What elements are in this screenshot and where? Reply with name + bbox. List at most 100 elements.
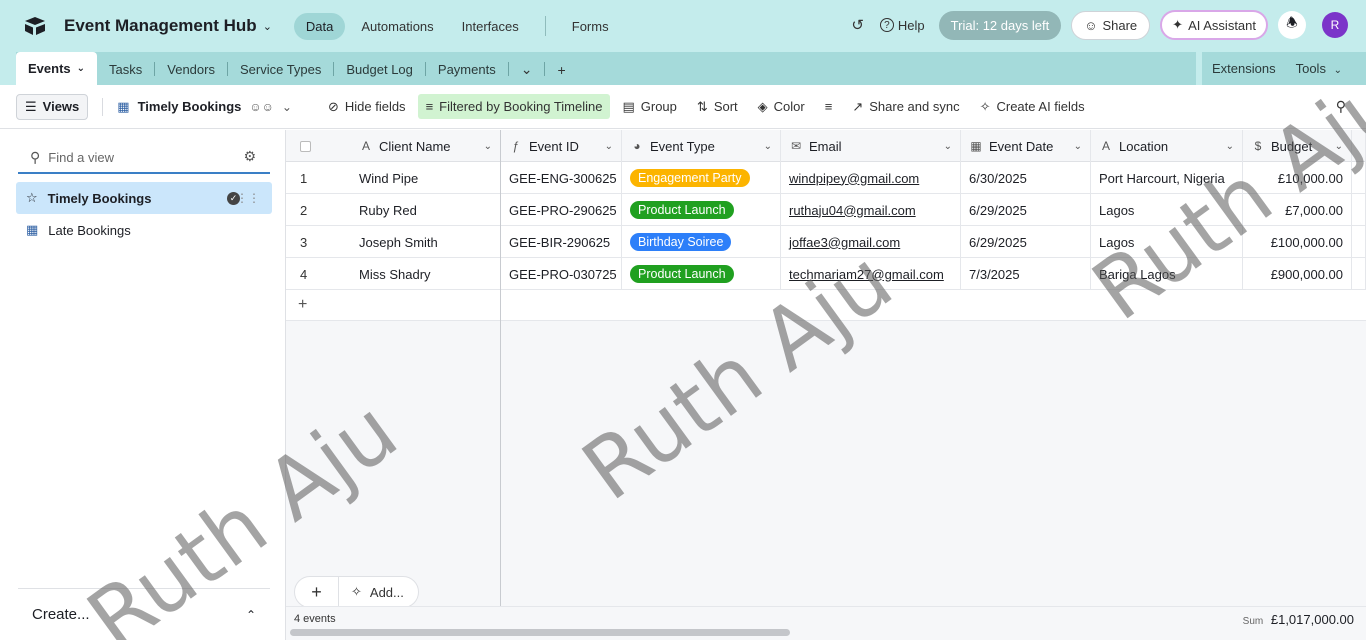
- cell-email[interactable]: joffae3@gmail.com: [781, 226, 961, 258]
- create-ai-fields-button[interactable]: ✧ Create AI fields: [972, 94, 1093, 120]
- filter-button[interactable]: ≡ Filtered by Booking Timeline: [417, 94, 611, 119]
- cell-client-name[interactable]: Miss Shadry: [350, 258, 501, 290]
- cell-event-type[interactable]: Birthday Soiree: [622, 226, 781, 258]
- add-table-icon[interactable]: +: [545, 54, 577, 85]
- sidebar-item-late-bookings[interactable]: ▦ Late Bookings: [16, 214, 272, 246]
- plus-icon[interactable]: +: [298, 296, 307, 314]
- column-header-client-name[interactable]: A Client Name ⌄: [350, 130, 501, 162]
- hide-fields-button[interactable]: ⊘ Hide fields: [320, 94, 414, 120]
- current-view-menu[interactable]: ▦ Timely Bookings ☺☺ ⌄: [117, 99, 292, 115]
- cell-event-date[interactable]: 6/30/2025: [961, 162, 1091, 194]
- bell-icon[interactable]: 🕭: [1278, 11, 1306, 39]
- budget-sum[interactable]: Sum £1,017,000.00: [1243, 612, 1354, 627]
- column-header-location[interactable]: A Location ⌄: [1091, 130, 1243, 162]
- cell-event-date[interactable]: 6/29/2025: [961, 194, 1091, 226]
- cell-budget[interactable]: £100,000.00: [1243, 226, 1352, 258]
- cell-budget[interactable]: £900,000.00: [1243, 258, 1352, 290]
- cell-event-type[interactable]: Engagement Party: [622, 162, 781, 194]
- avatar[interactable]: R: [1322, 12, 1348, 38]
- column-header-email[interactable]: ✉ Email ⌄: [781, 130, 961, 162]
- base-title[interactable]: Event Management Hub ⌄: [64, 16, 272, 36]
- table-row[interactable]: 1 Wind Pipe GEE-ENG-300625 Engagement Party…: [286, 162, 1366, 194]
- cell-partial[interactable]: [1352, 226, 1366, 258]
- share-sync-button[interactable]: ↗ Share and sync: [844, 94, 967, 120]
- help-button[interactable]: ? Help: [879, 18, 925, 33]
- tab-vendors[interactable]: Vendors: [155, 54, 227, 85]
- sidebar-item-timely-bookings[interactable]: ☆ Timely Bookings ✓ ⋮⋮: [16, 182, 272, 214]
- column-header-budget[interactable]: $ Budget ⌄: [1243, 130, 1352, 162]
- tab-events[interactable]: Events ⌄: [16, 52, 98, 85]
- cell-event-id[interactable]: GEE-PRO-030725: [501, 258, 622, 290]
- group-button[interactable]: ▤ Group: [614, 94, 684, 120]
- gear-icon[interactable]: ⚙: [243, 148, 256, 165]
- tab-payments[interactable]: Payments: [426, 54, 508, 85]
- email-link[interactable]: joffae3@gmail.com: [789, 235, 900, 250]
- cell-location[interactable]: Lagos: [1091, 226, 1243, 258]
- nav-interfaces[interactable]: Interfaces: [450, 13, 531, 40]
- chevron-down-icon[interactable]: ⌄: [484, 141, 492, 152]
- share-button[interactable]: ☺ Share: [1071, 10, 1151, 40]
- chevron-down-icon[interactable]: ⌄: [764, 141, 772, 152]
- row-number[interactable]: 3: [286, 226, 350, 258]
- cell-event-type[interactable]: Product Launch: [622, 194, 781, 226]
- nav-data[interactable]: Data: [293, 12, 346, 40]
- table-row[interactable]: 4 Miss Shadry GEE-PRO-030725 Product Launch…: [286, 258, 1366, 290]
- column-header-event-id[interactable]: ƒ Event ID ⌄: [501, 130, 622, 162]
- chevron-down-icon[interactable]: ⌄: [1335, 141, 1343, 152]
- nav-forms[interactable]: Forms: [560, 13, 621, 40]
- chevron-down-icon[interactable]: ⌄: [1226, 141, 1234, 152]
- cell-email[interactable]: techmariam27@gmail.com: [781, 258, 961, 290]
- cell-partial[interactable]: [1352, 258, 1366, 290]
- chevron-down-icon[interactable]: ⌄: [1074, 141, 1082, 152]
- table-row[interactable]: 2 Ruby Red GEE-PRO-290625 Product Launch rut…: [286, 194, 1366, 226]
- row-number[interactable]: 4: [286, 258, 350, 290]
- color-button[interactable]: ◈ Color: [750, 94, 813, 120]
- email-link[interactable]: windpipey@gmail.com: [789, 171, 919, 186]
- cell-budget[interactable]: £10,000.00: [1243, 162, 1352, 194]
- email-link[interactable]: ruthaju04@gmail.com: [789, 203, 916, 218]
- cell-email[interactable]: ruthaju04@gmail.com: [781, 194, 961, 226]
- add-with-ai-button[interactable]: ✧ Add...: [339, 584, 418, 600]
- nav-automations[interactable]: Automations: [349, 13, 445, 40]
- cell-client-name[interactable]: Joseph Smith: [350, 226, 501, 258]
- row-number[interactable]: 2: [286, 194, 350, 226]
- cell-location[interactable]: Port Harcourt, Nigeria: [1091, 162, 1243, 194]
- cell-event-type[interactable]: Product Launch: [622, 258, 781, 290]
- row-number[interactable]: 1: [286, 162, 350, 194]
- table-row[interactable]: 3 Joseph Smith GEE-BIR-290625 Birthday Soir…: [286, 226, 1366, 258]
- tab-budget-log[interactable]: Budget Log: [334, 54, 425, 85]
- cell-event-id[interactable]: GEE-BIR-290625: [501, 226, 622, 258]
- plus-icon[interactable]: +: [295, 577, 339, 607]
- cell-partial[interactable]: [1352, 162, 1366, 194]
- airtable-logo-icon[interactable]: [24, 15, 46, 37]
- sort-button[interactable]: ⇅ Sort: [689, 94, 746, 120]
- tab-service-types[interactable]: Service Types: [228, 54, 333, 85]
- checkbox[interactable]: [300, 140, 311, 152]
- column-header-event-date[interactable]: ▦ Event Date ⌄: [961, 130, 1091, 162]
- create-view-section[interactable]: Create... ⌃: [18, 588, 270, 640]
- history-icon[interactable]: ↺: [851, 16, 864, 34]
- cell-event-date[interactable]: 7/3/2025: [961, 258, 1091, 290]
- cell-event-id[interactable]: GEE-PRO-290625: [501, 194, 622, 226]
- tab-tasks[interactable]: Tasks: [97, 54, 154, 85]
- cell-location[interactable]: Bariga Lagos: [1091, 258, 1243, 290]
- chevron-down-icon[interactable]: ⌄: [944, 141, 952, 152]
- extensions-button[interactable]: Extensions: [1202, 61, 1286, 76]
- cell-location[interactable]: Lagos: [1091, 194, 1243, 226]
- select-all-checkbox[interactable]: [286, 130, 350, 162]
- horizontal-scrollbar[interactable]: [290, 629, 790, 636]
- star-icon[interactable]: ☆: [26, 190, 38, 206]
- more-tables-chevron-icon[interactable]: ⌄: [509, 54, 545, 85]
- cell-email[interactable]: windpipey@gmail.com: [781, 162, 961, 194]
- cell-budget[interactable]: £7,000.00: [1243, 194, 1352, 226]
- tools-button[interactable]: Tools ⌄: [1286, 61, 1352, 76]
- column-header-partial[interactable]: [1352, 130, 1366, 162]
- column-header-event-type[interactable]: ◕ Event Type ⌄: [622, 130, 781, 162]
- cell-client-name[interactable]: Wind Pipe: [350, 162, 501, 194]
- find-view-input[interactable]: ⚲ Find a view ⚙: [18, 142, 270, 174]
- cell-partial[interactable]: [1352, 194, 1366, 226]
- ai-assistant-button[interactable]: ✦ AI Assistant: [1160, 10, 1268, 40]
- chevron-down-icon[interactable]: ⌄: [605, 141, 613, 152]
- search-icon[interactable]: ⚲: [1336, 98, 1346, 115]
- row-height-button[interactable]: ≡: [817, 94, 841, 119]
